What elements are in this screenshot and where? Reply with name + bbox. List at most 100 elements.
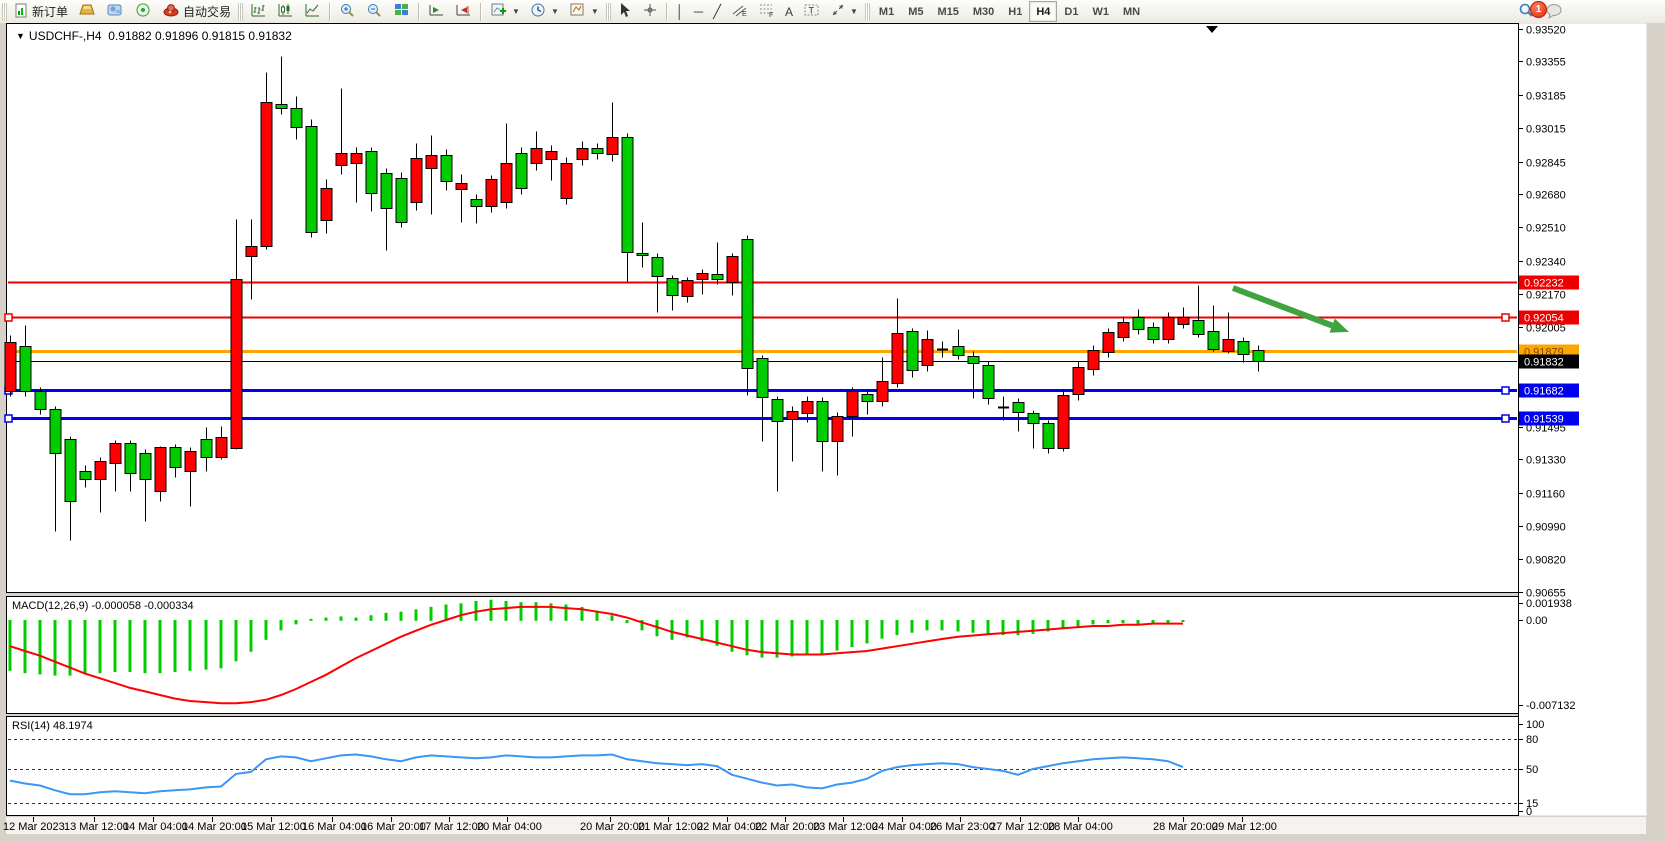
candle-body xyxy=(907,332,918,371)
timeframe-button-m1[interactable]: M1 xyxy=(872,1,901,22)
rsi-panel[interactable] xyxy=(7,717,1519,816)
crosshair-icon xyxy=(642,2,658,21)
label-tool-button[interactable]: T xyxy=(798,1,825,23)
periods-button[interactable]: ▼ xyxy=(525,1,564,23)
candle-body xyxy=(246,247,257,257)
new-chart-button[interactable]: ▼ xyxy=(485,1,525,23)
clock-icon xyxy=(530,2,547,21)
bar-chart-button[interactable] xyxy=(245,1,272,23)
date-axis-label: 14 Mar 04:00 xyxy=(123,821,188,833)
candle-body xyxy=(1223,340,1234,352)
price-axis-tick-label: 0.92680 xyxy=(1526,190,1566,202)
timeframe-button-mn[interactable]: MN xyxy=(1116,1,1147,22)
candle-body xyxy=(65,440,76,502)
chevron-down-icon: ▼ xyxy=(591,7,599,16)
auto-trading-label: 自动交易 xyxy=(183,3,231,20)
candle-body xyxy=(1148,328,1159,340)
candle-body xyxy=(456,184,467,190)
candle-body xyxy=(757,359,768,398)
chevron-down-icon: ▼ xyxy=(512,7,520,16)
candle-body xyxy=(712,275,723,280)
price-badge-label: 0.91539 xyxy=(1524,414,1564,426)
candle-body xyxy=(1103,333,1114,353)
timeframe-button-w1[interactable]: W1 xyxy=(1085,1,1116,22)
toolbar-grip[interactable] xyxy=(2,3,7,21)
candle-body xyxy=(411,159,422,203)
date-axis-label: 20 Mar 04:00 xyxy=(477,821,542,833)
toolbar-grip[interactable] xyxy=(238,3,243,21)
candle-body xyxy=(486,180,497,207)
candle-body xyxy=(291,109,302,128)
toolbar-grip[interactable] xyxy=(865,3,870,21)
candle-body xyxy=(1118,323,1129,338)
candle-body xyxy=(426,156,437,169)
zoom-out-button[interactable] xyxy=(361,1,388,23)
auto-trading-button[interactable]: 自动交易 xyxy=(157,1,236,23)
crosshair-tool-button[interactable] xyxy=(637,1,663,23)
market-watch-button[interactable] xyxy=(101,1,129,23)
vertical-line-tool-button[interactable]: │ xyxy=(671,1,689,23)
rsi-axis-label: 50 xyxy=(1526,764,1538,776)
candle-body xyxy=(471,200,482,207)
line-chart-button[interactable] xyxy=(299,1,326,23)
horizontal-line-tool-button[interactable]: ─ xyxy=(689,1,708,23)
templates-button[interactable]: ▼ xyxy=(564,1,604,23)
date-axis-label: 23 Mar 12:00 xyxy=(813,821,878,833)
timeframe-button-m30[interactable]: M30 xyxy=(966,1,1001,22)
zoom-in-button[interactable] xyxy=(334,1,361,23)
new-order-button[interactable]: 新订单 xyxy=(9,1,73,23)
candle-body xyxy=(682,281,693,297)
timeframe-button-h1[interactable]: H1 xyxy=(1001,1,1029,22)
price-axis-tick-label: 0.90655 xyxy=(1526,588,1566,600)
timeframe-button-h4[interactable]: H4 xyxy=(1029,1,1057,22)
date-axis-label: 22 Mar 20:00 xyxy=(755,821,820,833)
chart-shift-button[interactable] xyxy=(450,1,477,23)
timeframe-button-m5[interactable]: M5 xyxy=(901,1,930,22)
candlestick-button[interactable] xyxy=(272,1,299,23)
svg-text:E: E xyxy=(742,11,747,18)
vertical-line-icon: │ xyxy=(676,5,684,18)
auto-scroll-button[interactable] xyxy=(423,1,450,23)
bottom-edge xyxy=(6,834,1665,842)
timeframe-button-d1[interactable]: D1 xyxy=(1057,1,1085,22)
fibonacci-tool-button[interactable]: F xyxy=(753,1,780,23)
macd-label: MACD(12,26,9) -0.000058 -0.000334 xyxy=(12,600,194,612)
chat-bubble-icon xyxy=(1545,2,1564,22)
trendline-tool-button[interactable]: ╱ xyxy=(708,1,726,23)
channel-tool-button[interactable]: E xyxy=(726,1,753,23)
price-axis-tick-label: 0.90990 xyxy=(1526,522,1566,534)
candle-body xyxy=(802,402,813,414)
candle-body xyxy=(652,258,663,277)
chart-canvas[interactable]: 0.922320.920540.918790.918320.916820.915… xyxy=(0,23,1665,842)
level-handle[interactable] xyxy=(1502,314,1509,321)
date-axis-label: 17 Mar 12:00 xyxy=(419,821,484,833)
collapse-triangle-icon[interactable]: ▼ xyxy=(16,31,25,41)
cursor-tool-button[interactable] xyxy=(613,1,637,23)
candle-body xyxy=(231,280,242,449)
chevron-down-icon: ▼ xyxy=(551,7,559,16)
date-axis-label: 21 Mar 12:00 xyxy=(638,821,703,833)
text-tool-button[interactable]: A xyxy=(780,1,798,23)
level-handle[interactable] xyxy=(1502,415,1509,422)
candle-body xyxy=(441,156,452,182)
price-axis-tick-label: 0.92170 xyxy=(1526,290,1566,302)
rsi-axis-label: 100 xyxy=(1526,719,1544,731)
gold-ingot-button[interactable] xyxy=(73,1,101,23)
toolbar-grip[interactable] xyxy=(606,3,611,21)
level-handle[interactable] xyxy=(5,314,12,321)
level-handle[interactable] xyxy=(1502,387,1509,394)
timeframe-button-m15[interactable]: M15 xyxy=(930,1,965,22)
tile-windows-button[interactable] xyxy=(388,1,415,23)
level-handle[interactable] xyxy=(5,415,12,422)
rsi-label: RSI(14) 48.1974 xyxy=(12,720,93,732)
candle-body xyxy=(321,189,332,221)
price-axis-tick-label: 0.91160 xyxy=(1526,489,1565,501)
notification-count-badge[interactable]: 1 xyxy=(1530,1,1547,18)
candle-body xyxy=(201,440,212,458)
signals-button[interactable] xyxy=(129,1,157,23)
arrows-tool-button[interactable]: ▼ xyxy=(825,1,863,23)
candle-body xyxy=(306,127,317,233)
date-axis-label: 27 Mar 12:00 xyxy=(990,821,1055,833)
candle-body xyxy=(1163,318,1174,340)
gold-ingot-icon xyxy=(78,2,96,21)
